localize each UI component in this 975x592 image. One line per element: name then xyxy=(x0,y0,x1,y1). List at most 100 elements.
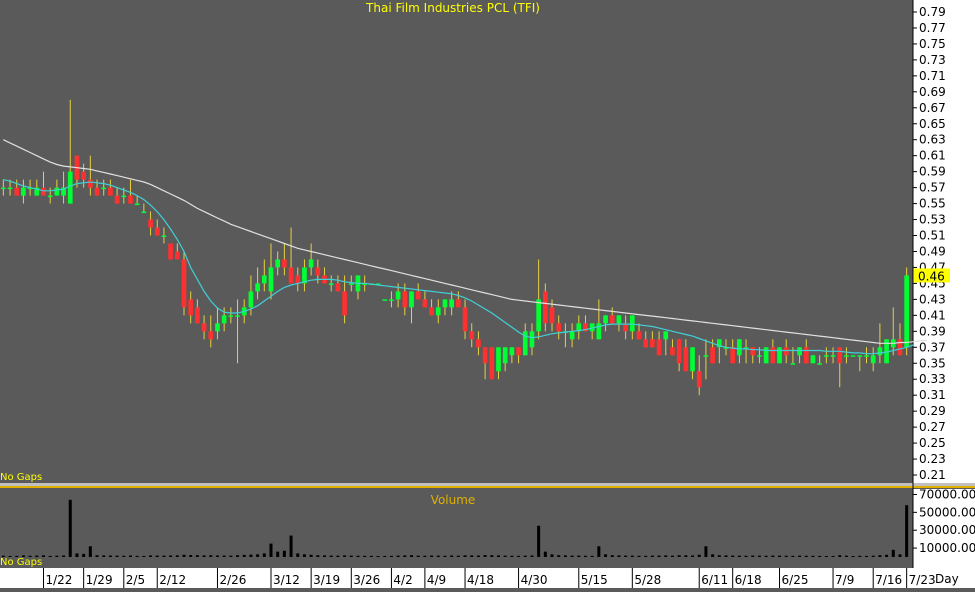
volume-bar xyxy=(55,555,59,557)
volume-bar xyxy=(597,546,601,557)
candle-body-up xyxy=(844,355,849,357)
candle-body-up xyxy=(824,355,829,357)
volume-bar xyxy=(416,555,420,557)
candle-body-down xyxy=(476,339,481,348)
candle-body-down xyxy=(148,219,153,228)
candle-body-up xyxy=(248,291,254,308)
volume-bar xyxy=(336,555,340,557)
price-tick-label: 0.31 xyxy=(919,388,946,402)
volume-bar xyxy=(878,555,882,557)
candle-body-up xyxy=(215,323,220,332)
price-tick-label: 0.71 xyxy=(919,69,946,83)
candle-body-up xyxy=(529,331,535,348)
price-tick-label: 0.59 xyxy=(919,165,946,179)
volume-bar xyxy=(744,555,748,557)
price-tick-label: 0.57 xyxy=(919,181,946,195)
candle-body-down xyxy=(282,259,287,268)
volume-bar xyxy=(610,555,614,557)
volume-bar xyxy=(329,555,333,557)
candle-body-up xyxy=(134,203,140,206)
candle-body-up xyxy=(536,299,541,332)
candle-body-down xyxy=(342,291,347,316)
x-tick-label: 4/30 xyxy=(521,573,548,587)
price-tick-label: 0.23 xyxy=(919,452,946,466)
volume-bar xyxy=(470,555,474,557)
candle xyxy=(489,347,495,380)
candle-body-up xyxy=(67,171,73,204)
price-tick-label: 0.65 xyxy=(919,117,946,131)
volume-bar xyxy=(115,555,119,557)
candle-body-down xyxy=(469,331,475,340)
volume-bar xyxy=(369,555,373,557)
x-tick-label: 3/26 xyxy=(353,573,380,587)
volume-bar xyxy=(624,555,628,557)
volume-bar xyxy=(403,555,407,557)
volume-bar xyxy=(811,555,815,557)
x-tick-label: 3/19 xyxy=(313,573,340,587)
candle-body-up xyxy=(348,283,354,285)
price-tick-label: 0.21 xyxy=(919,468,946,482)
volume-title: Volume xyxy=(431,493,476,507)
volume-bar xyxy=(376,556,380,558)
volume-tick-label: 30000.00 xyxy=(919,523,975,537)
candle-body-down xyxy=(676,339,682,364)
volume-bar xyxy=(530,555,534,557)
volume-bar xyxy=(289,535,293,557)
volume-bar xyxy=(490,555,494,557)
volume-bar xyxy=(818,555,822,557)
candle-body-down xyxy=(94,187,100,196)
candle-body-up xyxy=(7,187,13,190)
volume-bar xyxy=(483,555,487,557)
volume-bar xyxy=(804,555,808,557)
candle-body-up xyxy=(121,195,127,198)
x-tick-label: 2/5 xyxy=(126,573,145,587)
volume-bar xyxy=(182,554,186,557)
volume-bar xyxy=(844,555,848,557)
candle-body-down xyxy=(315,267,321,276)
volume-bar xyxy=(476,555,480,557)
volume-bar xyxy=(343,555,347,557)
price-tick-label: 0.69 xyxy=(919,85,946,99)
candle-body-down xyxy=(710,347,715,364)
candle-body-down xyxy=(181,259,187,308)
x-tick-label: 5/28 xyxy=(634,573,661,587)
price-tick-label: 0.55 xyxy=(919,197,946,211)
candle-body-up xyxy=(509,347,515,356)
x-tick-label: 3/12 xyxy=(273,573,300,587)
volume-bar xyxy=(122,555,126,557)
candle xyxy=(810,355,816,364)
price-tick-label: 0.33 xyxy=(919,372,946,386)
candle-body-down xyxy=(542,291,548,324)
price-tick-label: 0.51 xyxy=(919,229,946,243)
price-tick-label: 0.27 xyxy=(919,420,946,434)
volume-bar xyxy=(664,555,668,557)
candle-body-up xyxy=(797,347,802,356)
candle-body-down xyxy=(128,195,133,204)
volume-bar xyxy=(155,555,159,557)
candle-body-up xyxy=(275,259,281,268)
volume-bar xyxy=(102,555,106,557)
volume-bar xyxy=(778,555,782,557)
volume-tick-label: 50000.00 xyxy=(919,505,975,519)
volume-bar xyxy=(570,555,574,557)
volume-bar xyxy=(456,555,460,557)
volume-bar xyxy=(202,555,206,557)
volume-bar xyxy=(731,555,735,557)
volume-bar xyxy=(604,554,608,557)
candle-body-down xyxy=(456,299,461,308)
price-tick-label: 0.25 xyxy=(919,436,946,450)
candle-body-down xyxy=(188,299,194,316)
volume-bar xyxy=(269,543,273,557)
price-tick-label: 0.79 xyxy=(919,5,946,19)
candle-body-down xyxy=(168,243,173,260)
volume-bar xyxy=(737,555,741,557)
candle-body-down xyxy=(402,291,408,308)
volume-bar xyxy=(162,555,166,557)
candle-body-up xyxy=(810,355,816,364)
candle-body-down xyxy=(650,339,655,348)
candle-body-up xyxy=(382,299,388,301)
x-tick-label: 7/16 xyxy=(875,573,902,587)
x-tick-label: 6/11 xyxy=(701,573,728,587)
volume-bar xyxy=(724,555,728,557)
volume-bar xyxy=(349,555,353,557)
